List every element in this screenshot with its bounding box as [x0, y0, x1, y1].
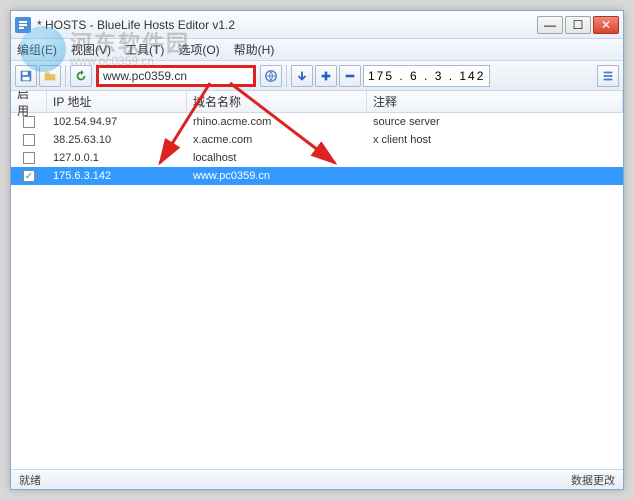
cell-ip: 102.54.94.97	[47, 116, 187, 128]
list-button[interactable]	[597, 65, 619, 87]
remove-button[interactable]	[339, 65, 361, 87]
statusbar: 就绪 数据更改	[11, 469, 623, 489]
row-checkbox[interactable]	[23, 152, 35, 164]
separator	[286, 65, 287, 87]
cell-domain: x.acme.com	[187, 134, 367, 146]
cell-comment: source server	[367, 116, 623, 128]
add-button[interactable]	[315, 65, 337, 87]
status-right: 数据更改	[571, 472, 615, 488]
hosts-table: 启用 IP 地址 域名名称 注释 102.54.94.97rhino.acme.…	[11, 91, 623, 469]
toolbar: www.pc0359.cn 175 . 6 . 3 . 142	[11, 61, 623, 91]
window-title: * HOSTS - BlueLife Hosts Editor v1.2	[37, 18, 537, 32]
col-domain[interactable]: 域名名称	[187, 91, 367, 112]
domain-input[interactable]: www.pc0359.cn	[96, 65, 256, 87]
status-left: 就绪	[19, 472, 41, 488]
menu-file[interactable]: 编组(E)	[17, 41, 57, 58]
open-button[interactable]	[39, 65, 61, 87]
row-checkbox[interactable]	[23, 116, 35, 128]
separator	[65, 65, 66, 87]
cell-domain: localhost	[187, 152, 367, 164]
col-comment[interactable]: 注释	[367, 91, 623, 112]
table-header: 启用 IP 地址 域名名称 注释	[11, 91, 623, 113]
menu-help[interactable]: 帮助(H)	[234, 41, 275, 58]
cell-ip: 38.25.63.10	[47, 134, 187, 146]
titlebar[interactable]: * HOSTS - BlueLife Hosts Editor v1.2 — ☐…	[11, 11, 623, 39]
save-button[interactable]	[15, 65, 37, 87]
table-row[interactable]: 127.0.0.1localhost	[11, 149, 623, 167]
table-body: 102.54.94.97rhino.acme.comsource server3…	[11, 113, 623, 185]
menubar: 编组(E) 视图(V) 工具(T) 选项(O) 帮助(H)	[11, 39, 623, 61]
col-enable[interactable]: 启用	[11, 91, 47, 112]
resolve-button[interactable]	[260, 65, 282, 87]
table-row[interactable]: ✓ 175.6.3.142www.pc0359.cn	[11, 167, 623, 185]
close-button[interactable]: ✕	[593, 16, 619, 34]
cell-ip: 127.0.0.1	[47, 152, 187, 164]
col-ip[interactable]: IP 地址	[47, 91, 187, 112]
ip-input[interactable]: 175 . 6 . 3 . 142	[363, 65, 490, 87]
cell-domain: www.pc0359.cn	[187, 170, 367, 182]
table-row[interactable]: 38.25.63.10x.acme.comx client host	[11, 131, 623, 149]
row-checkbox[interactable]: ✓	[23, 170, 35, 182]
menu-tools[interactable]: 工具(T)	[125, 41, 164, 58]
minimize-button[interactable]: —	[537, 16, 563, 34]
menu-options[interactable]: 选项(O)	[178, 41, 219, 58]
cell-domain: rhino.acme.com	[187, 116, 367, 128]
table-row[interactable]: 102.54.94.97rhino.acme.comsource server	[11, 113, 623, 131]
row-checkbox[interactable]	[23, 134, 35, 146]
cell-ip: 175.6.3.142	[47, 170, 187, 182]
cell-comment: x client host	[367, 134, 623, 146]
refresh-button[interactable]	[70, 65, 92, 87]
down-button[interactable]	[291, 65, 313, 87]
app-icon	[15, 17, 31, 33]
app-window: * HOSTS - BlueLife Hosts Editor v1.2 — ☐…	[10, 10, 624, 490]
menu-view[interactable]: 视图(V)	[71, 41, 111, 58]
maximize-button[interactable]: ☐	[565, 16, 591, 34]
